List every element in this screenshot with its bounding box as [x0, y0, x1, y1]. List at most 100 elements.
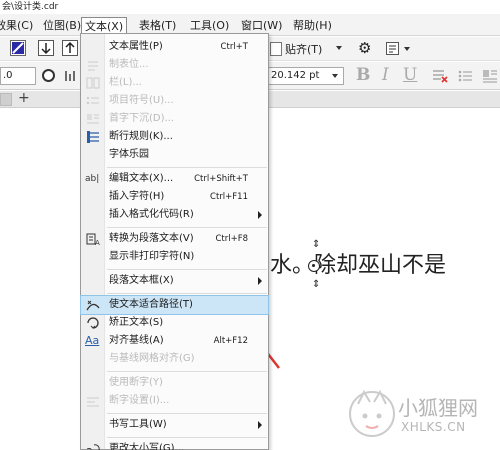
drop-cap-icon — [85, 112, 101, 126]
menu-item-text-properties[interactable]: 文本属性(P) Ctrl+T — [81, 38, 268, 56]
arrow-up-icon[interactable] — [62, 40, 78, 56]
transform-icon[interactable] — [10, 40, 26, 56]
menu-item-drop-cap[interactable]: 首字下沉(D)... — [81, 110, 268, 128]
handle-icon[interactable]: ⇕ — [312, 279, 320, 290]
rotation-center-icon[interactable] — [308, 260, 320, 272]
menu-item-label: 插入格式化代码(R) — [109, 209, 194, 220]
arrow-down-icon[interactable] — [38, 40, 54, 56]
menu-separator — [107, 293, 267, 294]
shortcut-label: Alt+F12 — [213, 336, 248, 346]
menu-window[interactable]: 窗口(W) — [238, 17, 285, 34]
options-icon[interactable] — [386, 42, 399, 55]
menu-table[interactable]: 表格(T) — [136, 17, 179, 34]
chevron-down-icon[interactable] — [332, 74, 338, 78]
menu-item-label: 使文本适合路径(T) — [109, 299, 193, 310]
menu-item-label: 使用断字(Y) — [109, 377, 163, 388]
menu-item-label: 插入字符(H) — [109, 191, 165, 202]
line-break-icon — [85, 130, 101, 144]
shortcut-label: Ctrl+T — [220, 42, 248, 52]
menu-item-insert-character[interactable]: 插入字符(H) Ctrl+F11 — [81, 188, 268, 206]
canvas-text[interactable]: 水。除却巫山不是 — [270, 247, 446, 279]
menu-item-align-baseline-grid[interactable]: 与基线网格对齐(G) — [81, 350, 268, 368]
shortcut-label: Ctrl+F11 — [210, 192, 248, 202]
document-tab[interactable] — [0, 93, 12, 106]
menu-item-straighten-text[interactable]: 矫正文本(S) — [81, 314, 268, 332]
window-title: 会\设计类.cdr — [0, 0, 500, 14]
menu-item-label: 编辑文本(X)... — [109, 173, 174, 184]
add-tab-icon[interactable]: + — [18, 90, 30, 106]
chevron-down-icon[interactable] — [336, 46, 342, 50]
position-field[interactable]: .0 — [0, 67, 36, 85]
bold-icon[interactable]: B — [356, 65, 370, 85]
menu-item-insert-formatting-code[interactable]: 插入格式化代码(R) — [81, 206, 268, 224]
menu-item-label: 与基线网格对齐(G) — [109, 353, 195, 364]
menu-item-show-non-printing[interactable]: 显示非打印字符(N) — [81, 248, 268, 266]
menu-item-label: 断字设置(I)... — [109, 395, 170, 406]
underline-icon[interactable]: U — [403, 65, 417, 85]
menu-item-convert-to-paragraph[interactable]: A 转换为段落文本(V) Ctrl+F8 — [81, 230, 268, 248]
svg-text:a: a — [86, 444, 93, 450]
shortcut-label: Ctrl+F8 — [215, 234, 248, 244]
menu-help[interactable]: 帮助(H) — [290, 17, 335, 34]
menu-item-fit-text-to-path[interactable]: 使文本适合路径(T) — [80, 295, 269, 315]
edit-text-icon: ab| — [85, 174, 100, 184]
menu-bitmaps[interactable]: 位图(B) — [40, 17, 84, 34]
menu-separator — [107, 413, 267, 414]
snap-to-dropdown[interactable]: 贴齐(T) — [285, 41, 322, 57]
chevron-down-icon[interactable] — [404, 47, 410, 51]
menu-item-label: 对齐基线(A) — [109, 335, 164, 346]
bullets-icon — [85, 94, 101, 108]
menu-separator — [107, 227, 267, 228]
menu-item-label: 字体乐园 — [109, 149, 149, 160]
menu-item-label: 段落文本框(X) — [109, 275, 174, 286]
gear-icon[interactable]: ⚙ — [358, 40, 371, 57]
menu-item-tabs[interactable]: 制表位... — [81, 56, 268, 74]
menu-item-edit-text[interactable]: ab| 编辑文本(X)... Ctrl+Shift+T — [81, 170, 268, 188]
menu-item-label: 栏(L)... — [109, 77, 142, 88]
handle-icon[interactable]: ⇕ — [312, 239, 320, 250]
tab-stop-icon — [85, 58, 101, 72]
columns-icon — [85, 76, 101, 90]
submenu-arrow-icon — [258, 421, 262, 429]
menu-item-hyphenation-settings[interactable]: 断字设置(I)... — [81, 392, 268, 410]
menu-item-label: 首字下沉(D)... — [109, 113, 175, 124]
bullet-list-icon[interactable] — [457, 68, 473, 84]
font-icon — [64, 68, 78, 84]
menu-item-columns[interactable]: 栏(L)... — [81, 74, 268, 92]
menu-item-use-hyphenation[interactable]: 使用断字(Y) — [81, 374, 268, 392]
menu-item-bullets[interactable]: 项目符号(U)... — [81, 92, 268, 110]
italic-icon[interactable]: I — [382, 65, 389, 85]
paragraph-format-icon[interactable] — [432, 68, 448, 84]
menu-item-label: 制表位... — [109, 59, 149, 70]
menu-item-label: 矫正文本(S) — [109, 317, 164, 328]
watermark-text-en: XHLKS.CN — [401, 420, 466, 434]
fit-to-path-icon — [85, 298, 101, 312]
align-baseline-icon: Aa — [85, 334, 100, 347]
watermark: 小狐狸网 XHLKS.CN — [348, 386, 498, 446]
menu-tools[interactable]: 工具(O) — [187, 17, 232, 34]
drop-cap-icon[interactable] — [482, 68, 498, 84]
menu-item-align-baseline[interactable]: Aa 对齐基线(A) Alt+F12 — [81, 332, 268, 350]
menu-item-label: 转换为段落文本(V) — [109, 233, 194, 244]
menu-item-line-break-rules[interactable]: 断行规则(K)... — [81, 128, 268, 146]
menu-item-font-playground[interactable]: 字体乐园 — [81, 146, 268, 164]
snap-page-icon[interactable] — [270, 42, 282, 56]
text-menu-dropdown: 文本属性(P) Ctrl+T 制表位... 栏(L)... 项目符号(U)...… — [80, 33, 269, 450]
watermark-text-cn: 小狐狸网 — [398, 396, 478, 420]
menu-separator — [107, 371, 267, 372]
menu-item-label: 更改大小写(G)... — [109, 443, 185, 450]
change-case-icon: a — [85, 442, 101, 450]
menu-item-change-case[interactable]: a 更改大小写(G)... — [81, 440, 268, 450]
straighten-text-icon — [85, 316, 101, 330]
menu-separator — [107, 269, 267, 270]
submenu-arrow-icon — [258, 211, 262, 219]
menu-item-paragraph-frames[interactable]: 段落文本框(X) — [81, 272, 268, 290]
menu-item-label: 书写工具(W) — [109, 419, 167, 430]
radio-icon[interactable] — [42, 69, 55, 82]
menu-item-label: 文本属性(P) — [109, 41, 163, 52]
menu-item-writing-tools[interactable]: 书写工具(W) — [81, 416, 268, 434]
menu-item-label: 项目符号(U)... — [109, 95, 174, 106]
menu-effects[interactable]: 效果(C) — [0, 17, 36, 34]
hyphenation-icon — [85, 394, 101, 408]
menu-item-label: 断行规则(K)... — [109, 131, 173, 142]
